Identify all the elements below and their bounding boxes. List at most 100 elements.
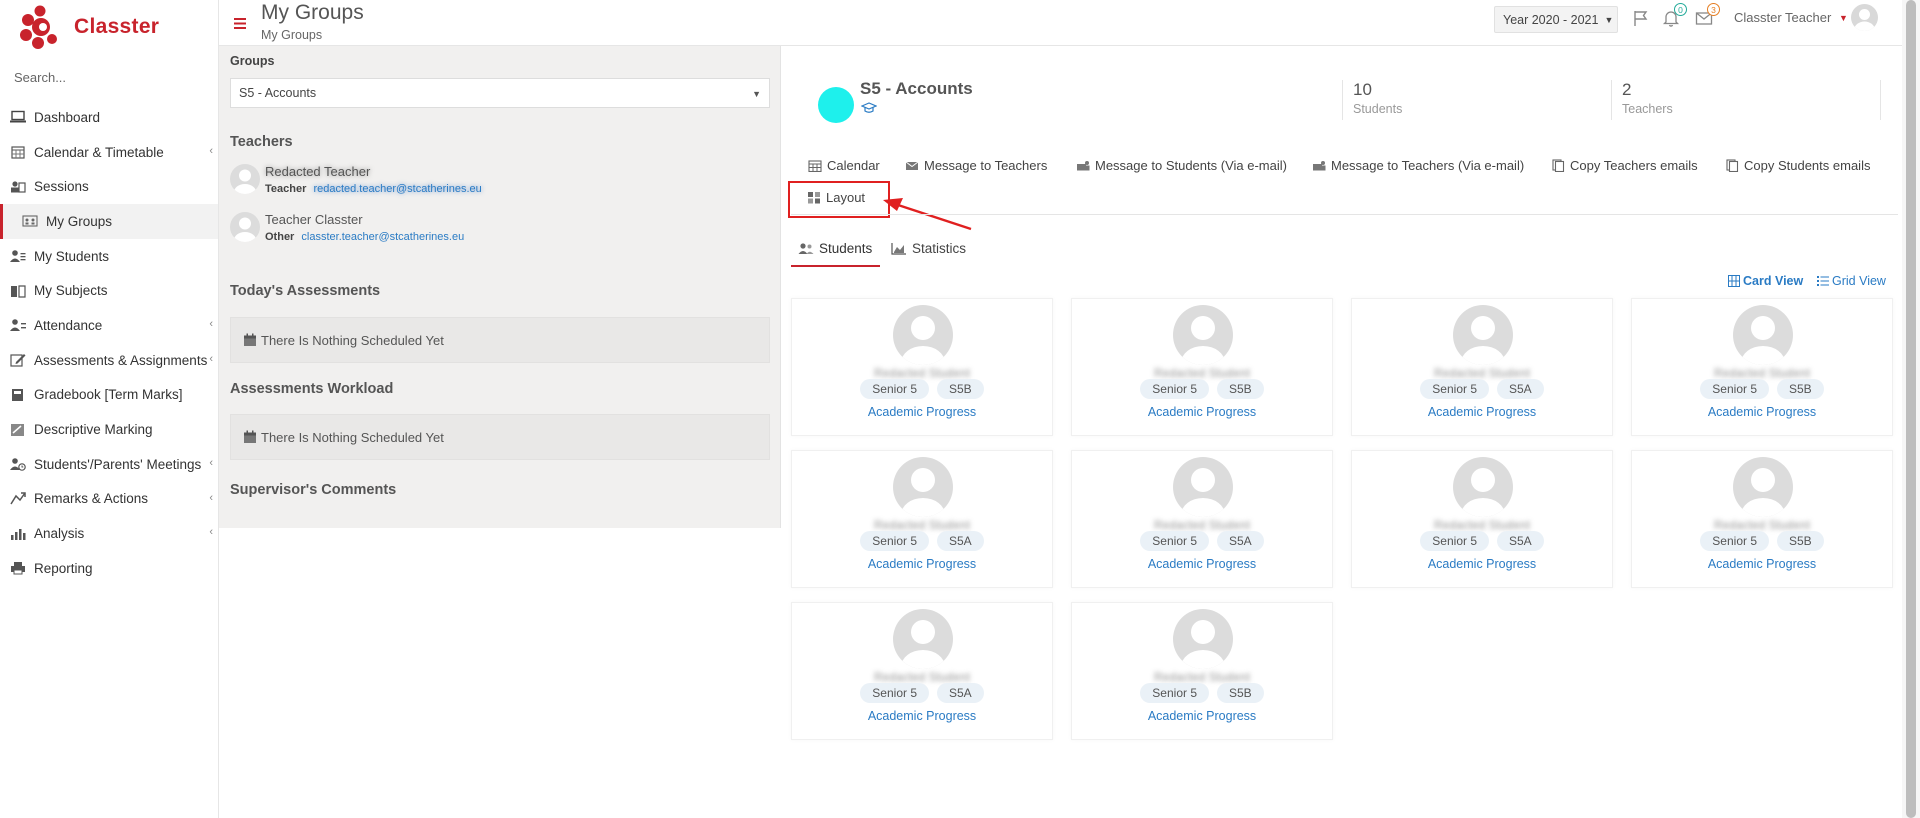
student-avatar <box>893 457 953 517</box>
academic-progress-link[interactable]: Academic Progress <box>792 405 1052 419</box>
chevron-left-icon[interactable]: ‹ <box>209 457 213 469</box>
bell-icon[interactable]: 0 <box>1662 3 1687 27</box>
message-teachers-action[interactable]: Message to Teachers <box>905 158 1047 173</box>
sidebar-item-calendar-timetable[interactable]: Calendar & Timetable ‹ <box>0 135 218 170</box>
teachers-stat: 2 Teachers <box>1611 80 1881 120</box>
year-select[interactable]: Year 2020 - 2021 ▼ <box>1494 6 1618 33</box>
academic-progress-link[interactable]: Academic Progress <box>792 709 1052 723</box>
user-chevron-down-icon[interactable]: ▼ <box>1839 13 1848 23</box>
calendar-action[interactable]: Calendar <box>808 158 880 173</box>
tab-students[interactable]: Students <box>798 241 872 256</box>
student-name: Redacted Student <box>1153 366 1251 380</box>
groups-label: Groups <box>230 54 275 68</box>
chevron-left-icon[interactable]: ‹ <box>209 145 213 157</box>
teacher-email-link[interactable]: classter.teacher@stcatherines.eu <box>301 231 464 243</box>
student-name: Redacted Student <box>1713 366 1811 380</box>
student-card[interactable]: Redacted Student Senior 5 S5A Academic Prog… <box>1071 450 1333 588</box>
sidebar-item-my-groups[interactable]: My Groups <box>0 204 218 239</box>
chart-icon <box>891 243 906 255</box>
academic-progress-link[interactable]: Academic Progress <box>1352 557 1612 571</box>
page-scrollbar[interactable] <box>1902 0 1920 818</box>
user-avatar[interactable] <box>1851 4 1878 31</box>
student-avatar <box>1173 457 1233 517</box>
chevron-left-icon[interactable]: ‹ <box>209 492 213 504</box>
menu-toggle-icon[interactable] <box>234 17 246 32</box>
academic-progress-link[interactable]: Academic Progress <box>792 557 1052 571</box>
chevron-down-icon: ▼ <box>752 89 761 99</box>
sidebar-item-label: Descriptive Marking <box>34 422 153 438</box>
sidebar-item-label: Dashboard <box>34 109 101 125</box>
copy-students-emails-action[interactable]: Copy Students emails <box>1725 158 1870 173</box>
student-name: Redacted Student <box>1433 518 1531 532</box>
student-card[interactable]: Redacted Student Senior 5 S5A Academic Prog… <box>1351 450 1613 588</box>
student-tags: Senior 5 S5B <box>1072 683 1332 703</box>
tab-statistics[interactable]: Statistics <box>891 241 966 256</box>
academic-progress-link[interactable]: Academic Progress <box>1072 557 1332 571</box>
chevron-left-icon[interactable]: ‹ <box>209 318 213 330</box>
envelope-icon[interactable]: 3 <box>1695 3 1720 27</box>
copy-icon <box>1726 159 1739 172</box>
sidebar-item-label: My Groups <box>46 213 113 229</box>
card-view-toggle[interactable]: Card View <box>1728 274 1803 288</box>
user-name[interactable]: Classter Teacher <box>1734 10 1831 25</box>
academic-progress-link[interactable]: Academic Progress <box>1072 709 1332 723</box>
student-card[interactable]: Redacted Student Senior 5 S5B Academic Prog… <box>1071 602 1333 740</box>
sidebar-item-attendance[interactable]: Attendance ‹ <box>0 308 218 343</box>
app-logo[interactable]: Classter <box>0 0 218 54</box>
student-tags: Senior 5 S5A <box>792 683 1052 703</box>
message-students-email-action[interactable]: Message to Students (Via e-mail) <box>1076 158 1287 173</box>
students-label: Students <box>1353 102 1403 116</box>
sidebar-search[interactable] <box>0 54 218 100</box>
sidebar-item-my-students[interactable]: My Students <box>0 239 218 274</box>
student-card[interactable]: Redacted Student Senior 5 S5A Academic Prog… <box>791 602 1053 740</box>
sidebar-item-students-parents-meetings[interactable]: Students'/Parents' Meetings ‹ <box>0 447 218 482</box>
sidebar-item-assessments-assignments[interactable]: Assessments & Assignments ‹ <box>0 343 218 378</box>
student-card[interactable]: Redacted Student Senior 5 S5B Academic Prog… <box>1631 450 1893 588</box>
message-teachers-email-action[interactable]: Message to Teachers (Via e-mail) <box>1312 158 1524 173</box>
student-avatar <box>1733 305 1793 365</box>
sidebar-item-analysis[interactable]: Analysis ‹ <box>0 516 218 551</box>
page-title: My Groups <box>261 1 364 24</box>
class-badge: S5A <box>937 683 984 703</box>
student-card[interactable]: Redacted Student Senior 5 S5A Academic Prog… <box>1351 298 1613 436</box>
student-avatar <box>1453 457 1513 517</box>
sidebar-item-sessions[interactable]: Sessions <box>0 169 218 204</box>
academic-progress-link[interactable]: Academic Progress <box>1632 557 1892 571</box>
sidebar-item-descriptive-marking[interactable]: Descriptive Marking <box>0 412 218 447</box>
student-card[interactable]: Redacted Student Senior 5 S5A Academic Prog… <box>791 450 1053 588</box>
copy-teachers-emails-action[interactable]: Copy Teachers emails <box>1551 158 1698 173</box>
student-card[interactable]: Redacted Student Senior 5 S5B Academic Prog… <box>1631 298 1893 436</box>
year-badge: Senior 5 <box>1420 531 1489 551</box>
academic-progress-link[interactable]: Academic Progress <box>1072 405 1332 419</box>
student-tags: Senior 5 S5A <box>1072 531 1332 551</box>
student-card[interactable]: Redacted Student Senior 5 S5B Academic Prog… <box>791 298 1053 436</box>
chevron-left-icon[interactable]: ‹ <box>209 526 213 538</box>
chevron-left-icon[interactable]: ‹ <box>209 353 213 365</box>
flag-icon[interactable] <box>1632 9 1650 27</box>
breadcrumb[interactable]: My Groups <box>261 28 322 42</box>
academic-progress-link[interactable]: Academic Progress <box>1352 405 1612 419</box>
sidebar-item-dashboard[interactable]: Dashboard <box>0 100 218 135</box>
action-label: Message to Teachers (Via e-mail) <box>1331 158 1525 173</box>
sidebar-item-my-subjects[interactable]: My Subjects <box>0 273 218 308</box>
academic-progress-link[interactable]: Academic Progress <box>1632 405 1892 419</box>
teacher-email-link[interactable]: redacted.teacher@stcatherines.eu <box>313 183 481 195</box>
student-card[interactable]: Redacted Student Senior 5 S5B Academic Prog… <box>1071 298 1333 436</box>
sidebar-item-gradebook-term-marks[interactable]: Gradebook [Term Marks] <box>0 378 218 413</box>
search-input[interactable] <box>14 69 204 85</box>
sidebar-item-remarks-actions[interactable]: Remarks & Actions ‹ <box>0 482 218 517</box>
scrollbar-thumb[interactable] <box>1906 0 1916 818</box>
sidebar-item-label: Reporting <box>34 560 93 576</box>
sidebar-item-label: My Students <box>34 248 110 264</box>
teacher-name: Redacted Teacher <box>265 164 371 179</box>
grid-view-toggle[interactable]: Grid View <box>1817 274 1886 288</box>
teacher-item: Teacher Classter Other classter.teacher@… <box>230 212 770 248</box>
meeting-icon <box>9 457 26 472</box>
sidebar-item-reporting[interactable]: Reporting <box>0 551 218 586</box>
sidebar-item-label: Gradebook [Term Marks] <box>34 387 183 403</box>
todays-assessments-empty: There Is Nothing Scheduled Yet <box>230 317 770 363</box>
mail-group-icon <box>1313 161 1326 171</box>
action-label: Message to Students (Via e-mail) <box>1095 158 1287 173</box>
student-name: Redacted Student <box>1433 366 1531 380</box>
group-select[interactable]: S5 - Accounts ▼ <box>230 78 770 108</box>
